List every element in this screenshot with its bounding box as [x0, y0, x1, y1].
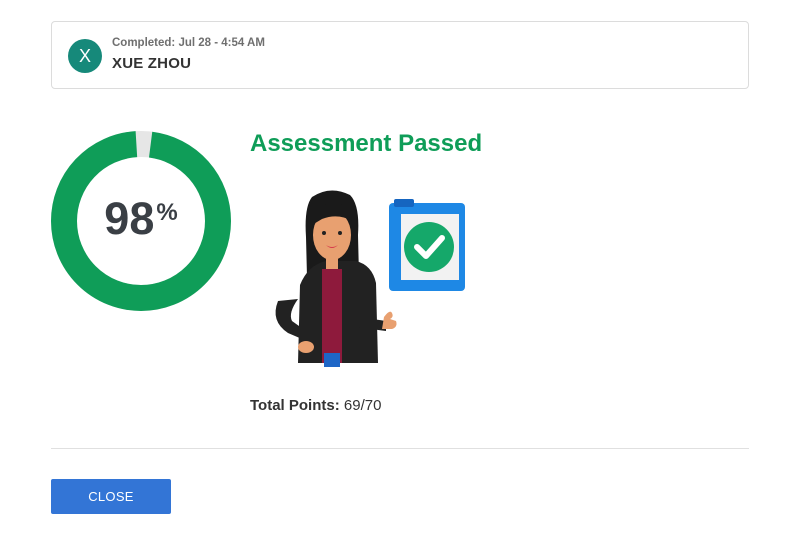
total-points-value: 69/70 — [343, 397, 382, 414]
clipboard-check-icon — [389, 199, 465, 291]
score-value: 98% — [50, 192, 232, 246]
score-unit: % — [156, 199, 178, 226]
user-name: XUE ZHOU — [112, 55, 192, 72]
woman-figure — [275, 190, 397, 367]
avatar: X — [68, 39, 102, 73]
passed-illustration — [275, 190, 465, 367]
completed-timestamp: Completed: Jul 28 - 4:54 AM — [112, 37, 265, 49]
close-button[interactable]: CLOSE — [51, 479, 171, 514]
assessment-result-title: Assessment Passed — [250, 130, 483, 157]
score-number: 98 — [104, 193, 155, 244]
submission-card: X Completed: Jul 28 - 4:54 AM XUE ZHOU — [51, 21, 749, 89]
total-points-label: Total Points: — [250, 397, 340, 414]
divider — [51, 448, 749, 449]
total-points: Total Points: 69/70 — [250, 397, 381, 414]
